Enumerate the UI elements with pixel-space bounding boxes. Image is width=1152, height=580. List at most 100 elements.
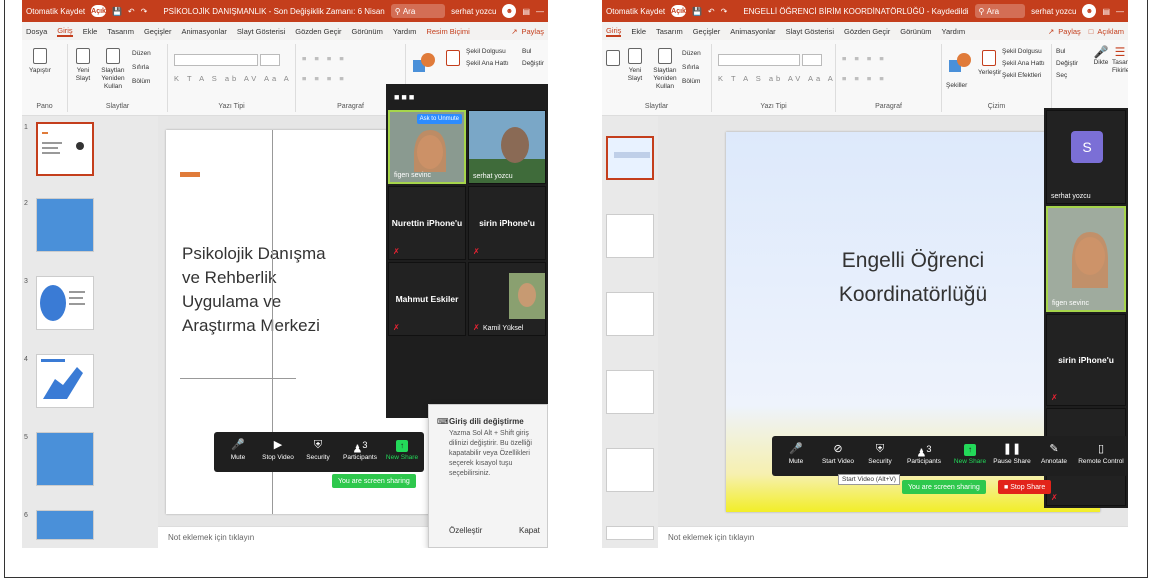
reset-button[interactable]: Sıfırla: [682, 64, 699, 72]
video-tile-4[interactable]: sirin iPhone'u ✗: [468, 186, 546, 260]
video-tile-1[interactable]: Ask to Unmute figen sevinc: [388, 110, 466, 184]
avatar[interactable]: ☻: [1082, 4, 1097, 18]
participants-button[interactable]: ♟3 Participants: [900, 440, 948, 465]
reset-button[interactable]: Sıfırla: [132, 64, 149, 72]
ask-to-unmute-button[interactable]: Ask to Unmute: [416, 114, 462, 124]
slide-thumb-4[interactable]: [36, 354, 94, 408]
tab-tasarim[interactable]: Tasarım: [107, 27, 134, 36]
search-box[interactable]: ⚲ Ara: [390, 4, 446, 18]
list-buttons[interactable]: ≡ ≡ ≡ ≡: [302, 54, 347, 63]
reuse-slides-button[interactable]: Slaytları Yeniden Kullan: [96, 48, 130, 91]
tab-gozden-gecir[interactable]: Gözden Geçir: [295, 27, 341, 36]
autosave-toggle[interactable]: Açık: [91, 5, 106, 17]
shape-outline-button[interactable]: Şekil Ana Hattı: [1002, 60, 1045, 68]
avatar[interactable]: ☻: [502, 4, 517, 18]
clipboard-icon[interactable]: [606, 50, 620, 69]
security-button[interactable]: ⛨ Security: [856, 440, 904, 465]
new-slide-button[interactable]: Yeni Slayt: [624, 48, 646, 83]
layout-button[interactable]: Düzen: [132, 50, 151, 58]
security-button[interactable]: ⛨ Security: [294, 436, 342, 461]
video-tile-5[interactable]: Mahmut Eskiler ✗: [388, 262, 466, 336]
remote-control-button[interactable]: ▯ Remote Control: [1074, 440, 1128, 465]
tab-slayt-gosterisi[interactable]: Slayt Gösterisi: [786, 27, 834, 36]
font-size-input[interactable]: [802, 54, 822, 66]
shapes-icon[interactable]: [410, 50, 438, 78]
select-button[interactable]: Seç: [1056, 72, 1067, 80]
customize-button[interactable]: Özelleştir: [449, 526, 482, 535]
font-size-input[interactable]: [260, 54, 280, 66]
share-button[interactable]: Paylaş: [1058, 27, 1081, 36]
slide-thumb-2[interactable]: [606, 214, 654, 258]
pause-share-button[interactable]: ❚❚ Pause Share: [988, 440, 1036, 465]
tab-gecisler[interactable]: Geçişler: [144, 27, 172, 36]
slide-thumb-6[interactable]: [36, 510, 94, 540]
undo-icon[interactable]: ↶: [128, 7, 135, 16]
tab-gozden-gecir[interactable]: Gözden Geçir: [844, 27, 890, 36]
tab-resim-bicimi[interactable]: Resim Biçimi: [426, 27, 469, 36]
section-button[interactable]: Bölüm: [132, 78, 150, 86]
share-button[interactable]: Paylaş: [521, 27, 544, 36]
slide-thumb-1[interactable]: [36, 122, 94, 176]
design-ideas-button[interactable]: ☰Tasarım Fikirleri: [1112, 46, 1128, 75]
replace-button[interactable]: Değiştir: [1056, 60, 1078, 68]
video-tile-1[interactable]: S serhat yozcu: [1046, 110, 1126, 204]
tab-yardim[interactable]: Yardım: [393, 27, 417, 36]
ribbon-display-icon[interactable]: ▤: [522, 7, 530, 16]
font-format-buttons[interactable]: K T A S ab AV Aa A: [718, 74, 836, 83]
reuse-slides-button[interactable]: Slaytları Yeniden Kullan: [648, 48, 682, 91]
tab-slayt-gosterisi[interactable]: Slayt Gösterisi: [237, 27, 285, 36]
tab-yardim[interactable]: Yardım: [942, 27, 966, 36]
shape-effects-button[interactable]: Şekil Efektleri: [1002, 72, 1041, 80]
layout-button[interactable]: Düzen: [682, 50, 701, 58]
tab-giris[interactable]: Giriş: [606, 26, 622, 37]
tab-ekle[interactable]: Ekle: [631, 27, 646, 36]
font-name-input[interactable]: [718, 54, 800, 66]
list-buttons[interactable]: ≡ ≡ ≡ ≡: [842, 54, 887, 63]
font-name-input[interactable]: [174, 54, 258, 66]
arrange-button[interactable]: [442, 50, 464, 69]
redo-icon[interactable]: ↷: [141, 7, 148, 16]
comments-button[interactable]: Açıklam: [1097, 27, 1124, 36]
shape-fill-button[interactable]: Şekil Dolgusu: [1002, 48, 1042, 56]
video-tile-2[interactable]: serhat yozcu: [468, 110, 546, 184]
video-tile-3[interactable]: sirin iPhone'u ✗: [1046, 314, 1126, 406]
video-tile-6[interactable]: Kamil Yüksel ✗: [468, 262, 546, 336]
align-buttons[interactable]: ≡ ≡ ≡ ≡: [842, 74, 887, 83]
slide-thumb-3[interactable]: [606, 292, 654, 336]
slide-thumb-5[interactable]: [36, 432, 94, 486]
new-share-button[interactable]: ↑ New Share: [946, 440, 994, 465]
search-box[interactable]: ⚲ Ara: [974, 4, 1026, 18]
shapes-icon[interactable]: [946, 50, 974, 78]
new-share-button[interactable]: ↑ New Share: [378, 436, 426, 461]
section-button[interactable]: Bölüm: [682, 78, 700, 86]
slide-thumb-1[interactable]: [606, 136, 654, 180]
tab-giris[interactable]: Giriş: [57, 26, 73, 37]
slide-thumb-2[interactable]: [36, 198, 94, 252]
slide-thumb-4[interactable]: [606, 370, 654, 414]
shape-fill-button[interactable]: Şekil Dolgusu: [466, 48, 506, 56]
video-tile-2[interactable]: figen sevinc: [1046, 206, 1126, 312]
gallery-controls[interactable]: ■■■: [394, 92, 416, 102]
save-icon[interactable]: 💾: [692, 7, 702, 16]
tab-gecisler[interactable]: Geçişler: [693, 27, 721, 36]
stop-share-button[interactable]: ■ Stop Share: [998, 480, 1052, 494]
tab-animasyonlar[interactable]: Animasyonlar: [730, 27, 775, 36]
redo-icon[interactable]: ↷: [721, 7, 728, 16]
start-video-button[interactable]: ⊘ Start Video: [814, 440, 862, 465]
language-notification[interactable]: ⌨ Giriş dili değiştirme Yazma Sol Alt + …: [428, 404, 548, 548]
find-button[interactable]: Bul: [522, 48, 531, 56]
tab-gorunum[interactable]: Görünüm: [900, 27, 931, 36]
annotate-button[interactable]: ✎ Annotate: [1030, 440, 1078, 465]
ribbon-display-icon[interactable]: ▤: [1102, 7, 1110, 16]
dictate-button[interactable]: 🎤 Dikte: [1092, 46, 1110, 67]
save-icon[interactable]: 💾: [112, 7, 122, 16]
tab-animasyonlar[interactable]: Animasyonlar: [181, 27, 226, 36]
paste-button[interactable]: Yapıştır: [26, 48, 54, 75]
participants-button[interactable]: ♟3 Participants: [336, 436, 384, 461]
new-slide-button[interactable]: Yeni Slayt: [72, 48, 94, 83]
tab-tasarim[interactable]: Tasarım: [656, 27, 683, 36]
shapes-button[interactable]: Şekiller: [946, 82, 967, 90]
autosave-toggle[interactable]: Açık: [671, 5, 686, 17]
close-notification-button[interactable]: Kapat: [519, 526, 540, 535]
notes-pane[interactable]: Not eklemek için tıklayın: [658, 526, 1128, 548]
